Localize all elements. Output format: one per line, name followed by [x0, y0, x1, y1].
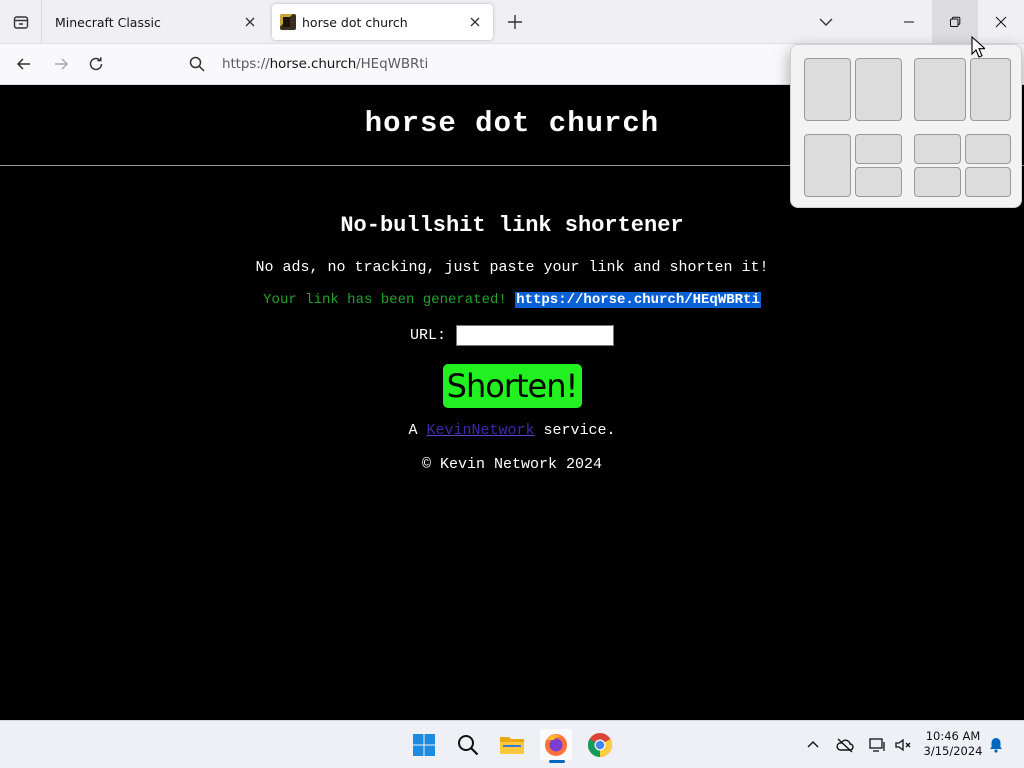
tab-list-button[interactable] — [0, 0, 42, 44]
credit-prefix: A — [408, 422, 418, 439]
arrow-right-icon — [55, 58, 69, 70]
snap-zone[interactable] — [914, 134, 961, 164]
tab-strip: Minecraft Classic horse dot church — [0, 0, 1024, 44]
clock-time: 10:46 AM — [925, 729, 981, 743]
search-icon — [458, 735, 479, 756]
close-icon[interactable] — [242, 14, 258, 30]
snap-zone[interactable] — [804, 134, 851, 197]
file-explorer-button[interactable] — [496, 729, 528, 761]
network-icon[interactable] — [867, 735, 887, 755]
arrow-left-icon — [16, 58, 30, 70]
reload-button[interactable] — [84, 52, 108, 76]
tab-title: Minecraft Classic — [55, 14, 161, 30]
minimize-button[interactable] — [886, 0, 932, 44]
tab-list-icon — [13, 16, 28, 29]
snap-zone[interactable] — [965, 134, 1011, 164]
url-input[interactable] — [456, 325, 614, 346]
snap-zone[interactable] — [914, 167, 961, 197]
close-icon — [995, 16, 1007, 28]
chevron-down-icon[interactable] — [817, 13, 835, 31]
chrome-button[interactable] — [584, 729, 616, 761]
snap-zone[interactable] — [914, 58, 966, 121]
copyright: © Kevin Network 2024 — [421, 456, 603, 473]
tab-title: horse dot church — [302, 14, 408, 30]
credit-suffix: service. — [543, 422, 616, 439]
chrome-icon — [587, 733, 613, 757]
taskbar: 10:46 AM 3/15/2024 — [0, 720, 1024, 768]
snap-zone[interactable] — [804, 58, 851, 121]
clock-date: 3/15/2024 — [923, 744, 983, 758]
snap-zone[interactable] — [855, 167, 902, 197]
snap-layouts-flyout — [790, 44, 1022, 208]
active-app-indicator — [549, 760, 565, 763]
success-text: Your link has been generated! — [263, 292, 507, 308]
address-bar[interactable]: https://horse.church/HEqWBRti — [178, 48, 798, 80]
tab-horse-dot-church[interactable]: horse dot church — [272, 4, 493, 40]
new-tab-icon[interactable] — [505, 12, 525, 32]
forward-button[interactable] — [49, 52, 73, 76]
url-label: URL: — [409, 327, 446, 344]
restore-icon — [950, 16, 961, 27]
start-button[interactable] — [408, 729, 440, 761]
snap-zone[interactable] — [970, 58, 1011, 121]
kevinnetwork-link[interactable]: KevinNetwork — [426, 422, 534, 439]
windows-start-icon — [413, 734, 435, 756]
result-message: Your link has been generated! https://ho… — [0, 292, 1024, 308]
back-button[interactable] — [12, 52, 36, 76]
shorten-button[interactable]: Shorten! — [442, 364, 582, 408]
generated-link[interactable]: https://horse.church/HEqWBRti — [515, 292, 761, 308]
snap-zone[interactable] — [855, 134, 902, 164]
mouse-cursor-icon — [971, 36, 985, 58]
firefox-button[interactable] — [540, 729, 572, 761]
horse-favicon-icon — [280, 14, 296, 30]
reload-icon — [89, 57, 103, 71]
close-icon[interactable] — [467, 14, 483, 30]
search-button[interactable] — [452, 729, 484, 761]
folder-icon — [500, 737, 524, 754]
page-heading: No-bullshit link shortener — [340, 213, 684, 238]
minimize-icon — [904, 21, 914, 23]
firefox-icon — [545, 734, 567, 756]
snap-zone[interactable] — [855, 58, 902, 121]
tab-minecraft-classic[interactable]: Minecraft Classic — [44, 4, 268, 40]
snap-zone[interactable] — [965, 167, 1011, 197]
volume-muted-icon[interactable] — [893, 735, 913, 755]
search-icon — [189, 56, 205, 72]
url-form-row: URL: — [0, 325, 1024, 346]
chevron-up-icon[interactable] — [803, 735, 823, 755]
service-credit: A KevinNetwork service. — [0, 422, 1024, 439]
onedrive-cloud-icon[interactable] — [835, 735, 855, 755]
notification-bell-icon[interactable] — [986, 735, 1006, 755]
tagline: No ads, no tracking, just paste your lin… — [255, 259, 769, 276]
system-clock[interactable]: 10:46 AM 3/15/2024 — [920, 729, 986, 759]
url-text: https://horse.church/HEqWBRti — [222, 56, 429, 72]
